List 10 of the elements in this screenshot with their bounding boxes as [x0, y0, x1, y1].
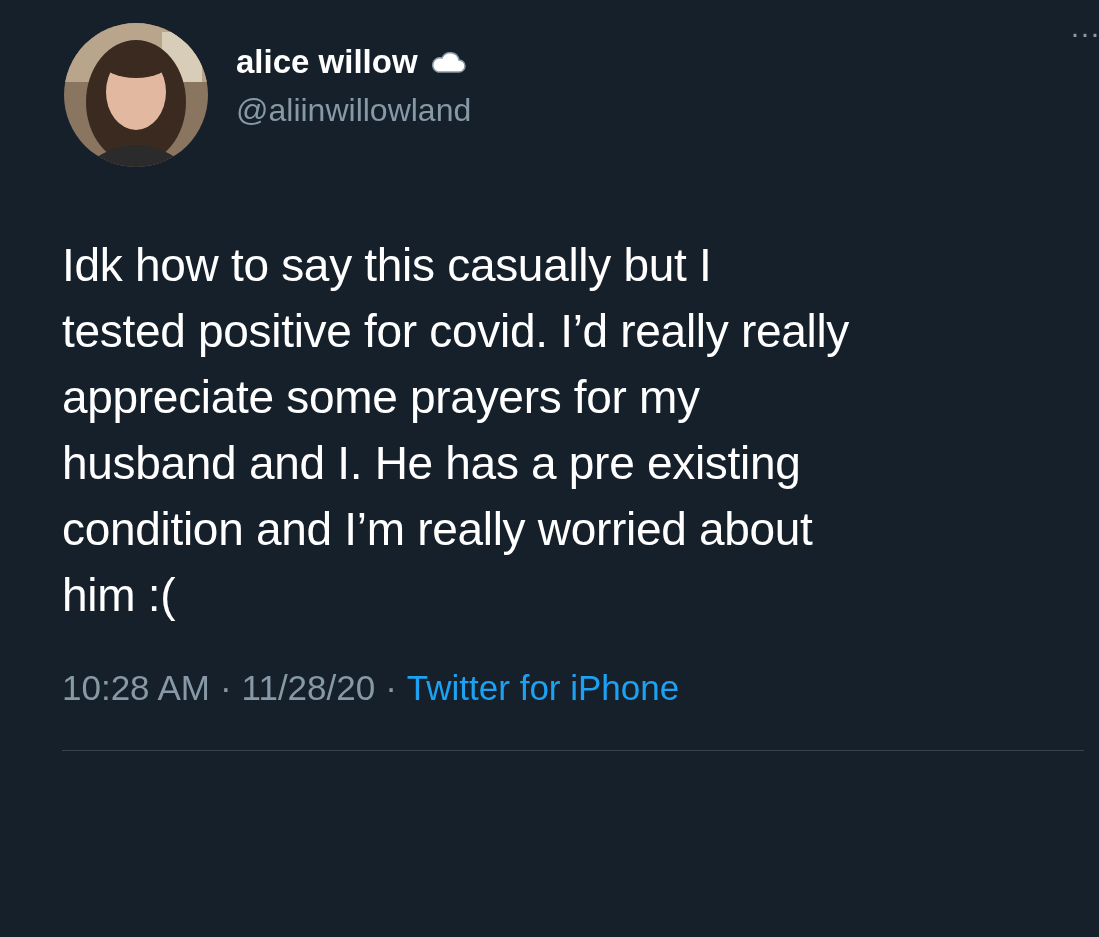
separator: · — [385, 667, 397, 709]
source-link[interactable]: Twitter for iPhone — [406, 666, 680, 710]
cloud-icon — [429, 50, 466, 74]
tweet-time: 10:28 AM — [62, 667, 210, 709]
author-name: alice willow — [236, 42, 418, 82]
tweet-text: Idk how to say this casually but I tested positive for covid. I’d really really appreciate some prayers for my husband and I. He has a pre existing condition and I’m really worried about him :( — [62, 238, 851, 623]
more-button[interactable]: ··· — [1070, 18, 1099, 48]
tweet-date: 11/28/20 — [241, 667, 376, 709]
author-handle: @aliinwillowland — [236, 91, 472, 130]
separator: · — [219, 667, 232, 709]
